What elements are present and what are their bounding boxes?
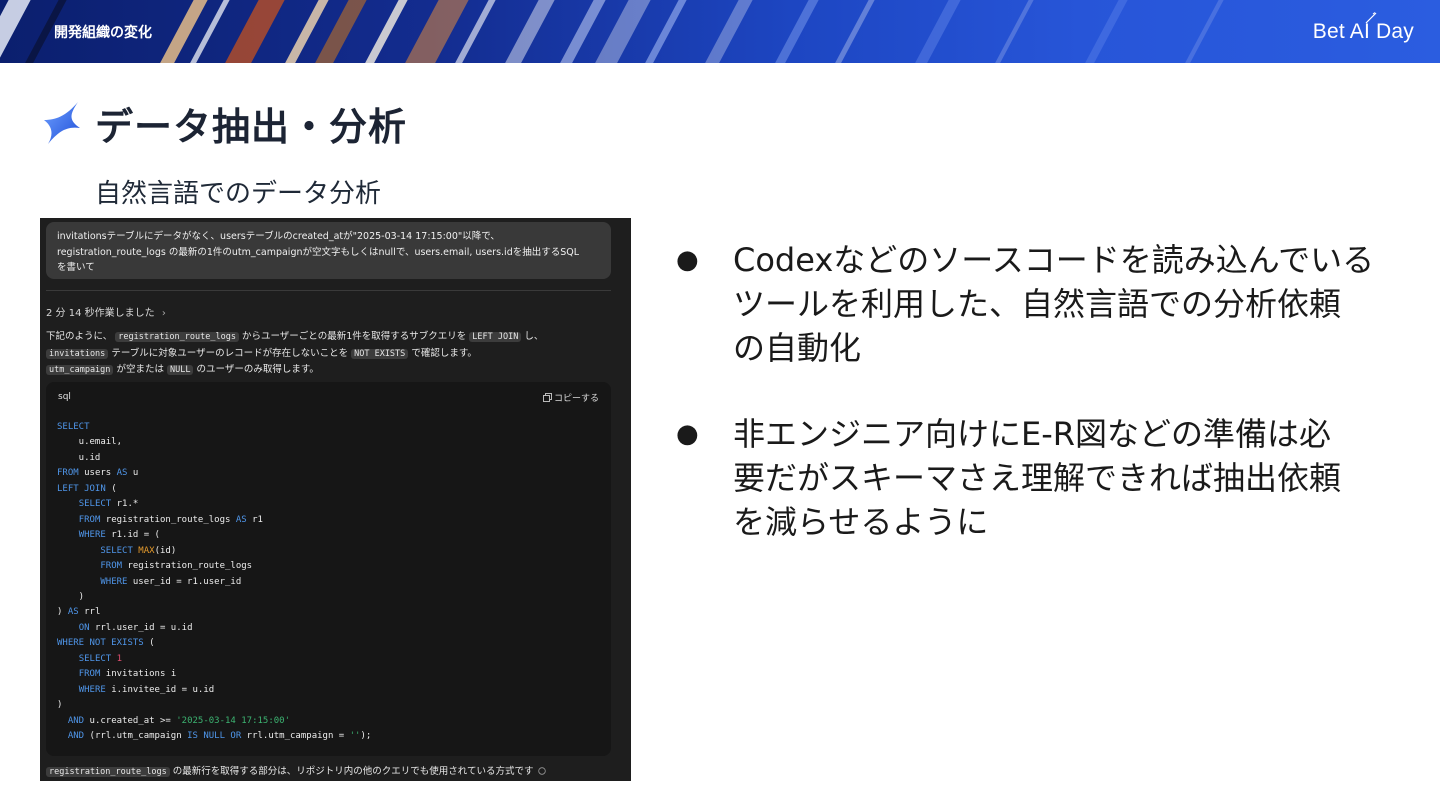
bullet-line: の自動化 (733, 329, 862, 367)
bullet-dot: ● (676, 419, 699, 449)
page-subtitle: 自然言語でのデータ分析 (95, 179, 382, 209)
copy-label: コピーする (553, 394, 599, 404)
inline-code: NULL (167, 365, 194, 375)
bullet-list: ● Codexなどのソースコードを読み込んでいる ツールを利用した、自然言語での… (676, 238, 1416, 586)
codex-screenshot: invitationsテーブルにデータがなく、usersテーブルのcreated… (40, 218, 631, 781)
inline-code: LEFT JOIN (469, 332, 522, 342)
bullet-line: Codexなどのソースコードを読み込んでいる (733, 241, 1375, 279)
sql-code: SELECT u.email, u.id FROM users AS u LEF… (57, 422, 372, 742)
bullet-line: ツールを利用した、自然言語での分析依頼 (733, 285, 1342, 323)
inline-code: utm_campaign (46, 365, 114, 375)
explain-text: で確認します。 (411, 347, 477, 359)
explain-text: 下記のように、 (46, 331, 113, 342)
explain-text: し、 (524, 331, 544, 342)
chevron-right-icon: › (161, 308, 166, 319)
explain-text: からユーザーごとの最新1件を取得するサブクエリを (241, 331, 467, 342)
copy-button[interactable]: コピーする (543, 391, 599, 404)
bullet-item: ● 非エンジニア向けにE-R図などの準備は必 要だがスキーマさえ理解できれば抽出… (676, 412, 1416, 544)
assistant-explanation: 下記のように、 registration_route_logs からユーザーごと… (46, 329, 626, 379)
info-icon (538, 767, 547, 775)
inline-code: registration_route_logs (115, 332, 239, 342)
code-language-label: sql (58, 392, 71, 402)
explain-text: テーブルに対象ユーザーのレコードが存在しないことを (111, 347, 349, 359)
bullet-line: 要だがスキーマさえ理解できれば抽出依頼 (733, 459, 1342, 497)
prompt-line: invitationsテーブルにデータがなく、usersテーブルのcreated… (57, 231, 500, 242)
bullet-dot: ● (676, 245, 699, 275)
copy-icon (543, 393, 552, 402)
explain-text: が空または (116, 364, 164, 375)
footnote-text: の最新行を取得する部分は、リポジトリ内の他のクエリでも使用されている方式です (172, 766, 534, 777)
page-title: データ抽出・分析 (95, 105, 408, 149)
code-block: sql コピーする SELECT u.email, u.id FROM user… (46, 382, 611, 756)
inline-code: NOT EXISTS (351, 348, 409, 359)
worked-duration-toggle[interactable]: 2 分 14 秒作業しました › (46, 304, 166, 319)
user-prompt: invitationsテーブルにデータがなく、usersテーブルのcreated… (46, 222, 611, 279)
inline-code: registration_route_logs (46, 767, 170, 777)
divider (46, 290, 611, 291)
bullet-line: 非エンジニア向けにE-R図などの準備は必 (733, 415, 1332, 453)
header-banner: 開発組織の変化 Bet AI Day (0, 0, 1440, 63)
explain-text: のユーザーのみ取得します。 (196, 364, 319, 375)
prompt-line: registration_route_logs の最新の1件のutm_campa… (57, 246, 580, 258)
prompt-line: を書いて (57, 262, 95, 273)
worked-label: 2 分 14 秒作業しました (46, 308, 155, 319)
bullet-item: ● Codexなどのソースコードを読み込んでいる ツールを利用した、自然言語での… (676, 238, 1416, 370)
assistant-footnote: registration_route_logs の最新行を取得する部分は、リポジ… (46, 763, 547, 777)
sparkle-star-icon (44, 102, 80, 144)
inline-code: invitations (46, 348, 109, 359)
bullet-line: を減らせるように (733, 503, 989, 541)
brand-logo: Bet AI Day (1312, 20, 1414, 43)
section-label: 開発組織の変化 (54, 25, 152, 41)
